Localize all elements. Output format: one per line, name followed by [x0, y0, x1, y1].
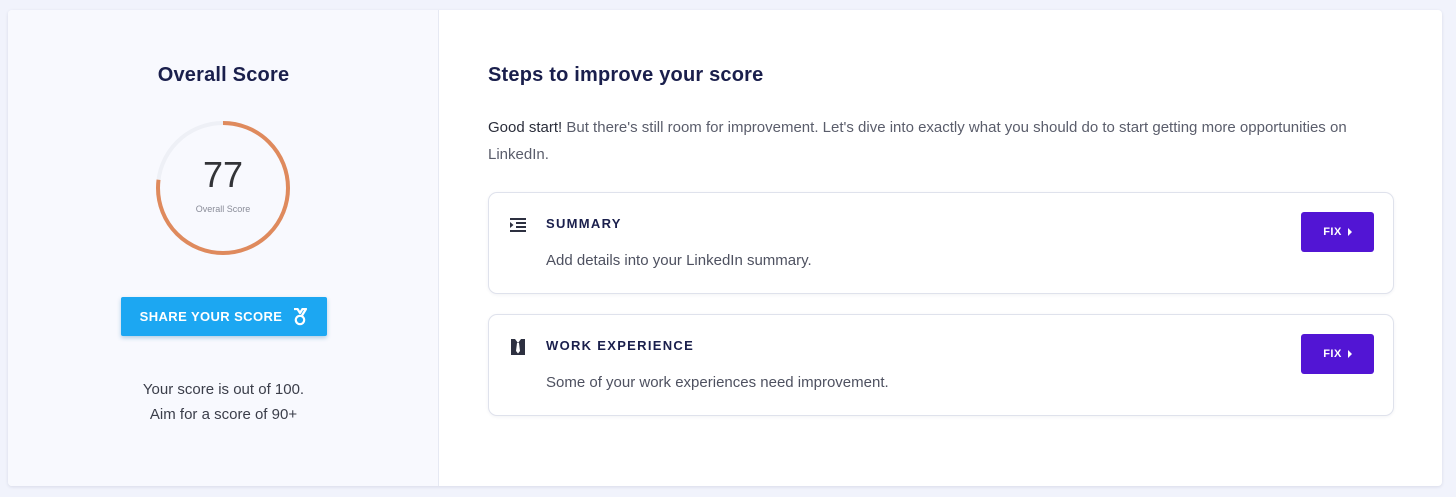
step-card-summary: SUMMARY Add details into your LinkedIn s…	[488, 192, 1394, 294]
caret-right-icon	[1347, 228, 1352, 236]
score-note: Your score is out of 100. Aim for a scor…	[8, 377, 439, 427]
step-description-summary: Add details into your LinkedIn summary.	[546, 252, 812, 269]
steps-intro: Good start! But there's still room for i…	[488, 114, 1348, 168]
score-note-line-2: Aim for a score of 90+	[149, 406, 298, 423]
score-gauge: 77 Overall Score	[153, 118, 293, 258]
improvement-panel: Steps to improve your score Good start! …	[440, 10, 1442, 486]
score-card: Overall Score 77 Overall Score SHARE YOU…	[8, 10, 1442, 486]
steps-intro-text: But there's still room for improvement. …	[488, 119, 1347, 163]
score-caption: Overall Score	[195, 204, 251, 214]
fix-summary-button[interactable]: FIX	[1301, 212, 1374, 252]
indent-list-icon	[509, 216, 527, 234]
step-title-work-experience: WORK EXPERIENCE	[546, 338, 695, 353]
step-description-work-experience: Some of your work experiences need impro…	[546, 374, 889, 391]
fix-label: FIX	[1323, 226, 1342, 238]
caret-right-icon	[1347, 350, 1352, 358]
fix-work-experience-button[interactable]: FIX	[1301, 334, 1374, 374]
share-score-label: SHARE YOUR SCORE	[139, 309, 283, 324]
step-card-work-experience: WORK EXPERIENCE Some of your work experi…	[488, 314, 1394, 416]
steps-intro-lead: Good start!	[488, 119, 563, 136]
steps-title: Steps to improve your score	[488, 64, 764, 86]
overall-score-title: Overall Score	[157, 64, 290, 86]
fix-label: FIX	[1323, 348, 1342, 360]
score-note-line-1: Your score is out of 100.	[142, 381, 305, 398]
share-score-button[interactable]: SHARE YOUR SCORE	[121, 297, 327, 336]
medal-icon	[292, 307, 308, 326]
step-title-summary: SUMMARY	[546, 216, 622, 231]
suit-tie-icon	[509, 338, 527, 356]
overall-score-panel: Overall Score 77 Overall Score SHARE YOU…	[8, 10, 439, 486]
score-value: 77	[202, 154, 244, 195]
